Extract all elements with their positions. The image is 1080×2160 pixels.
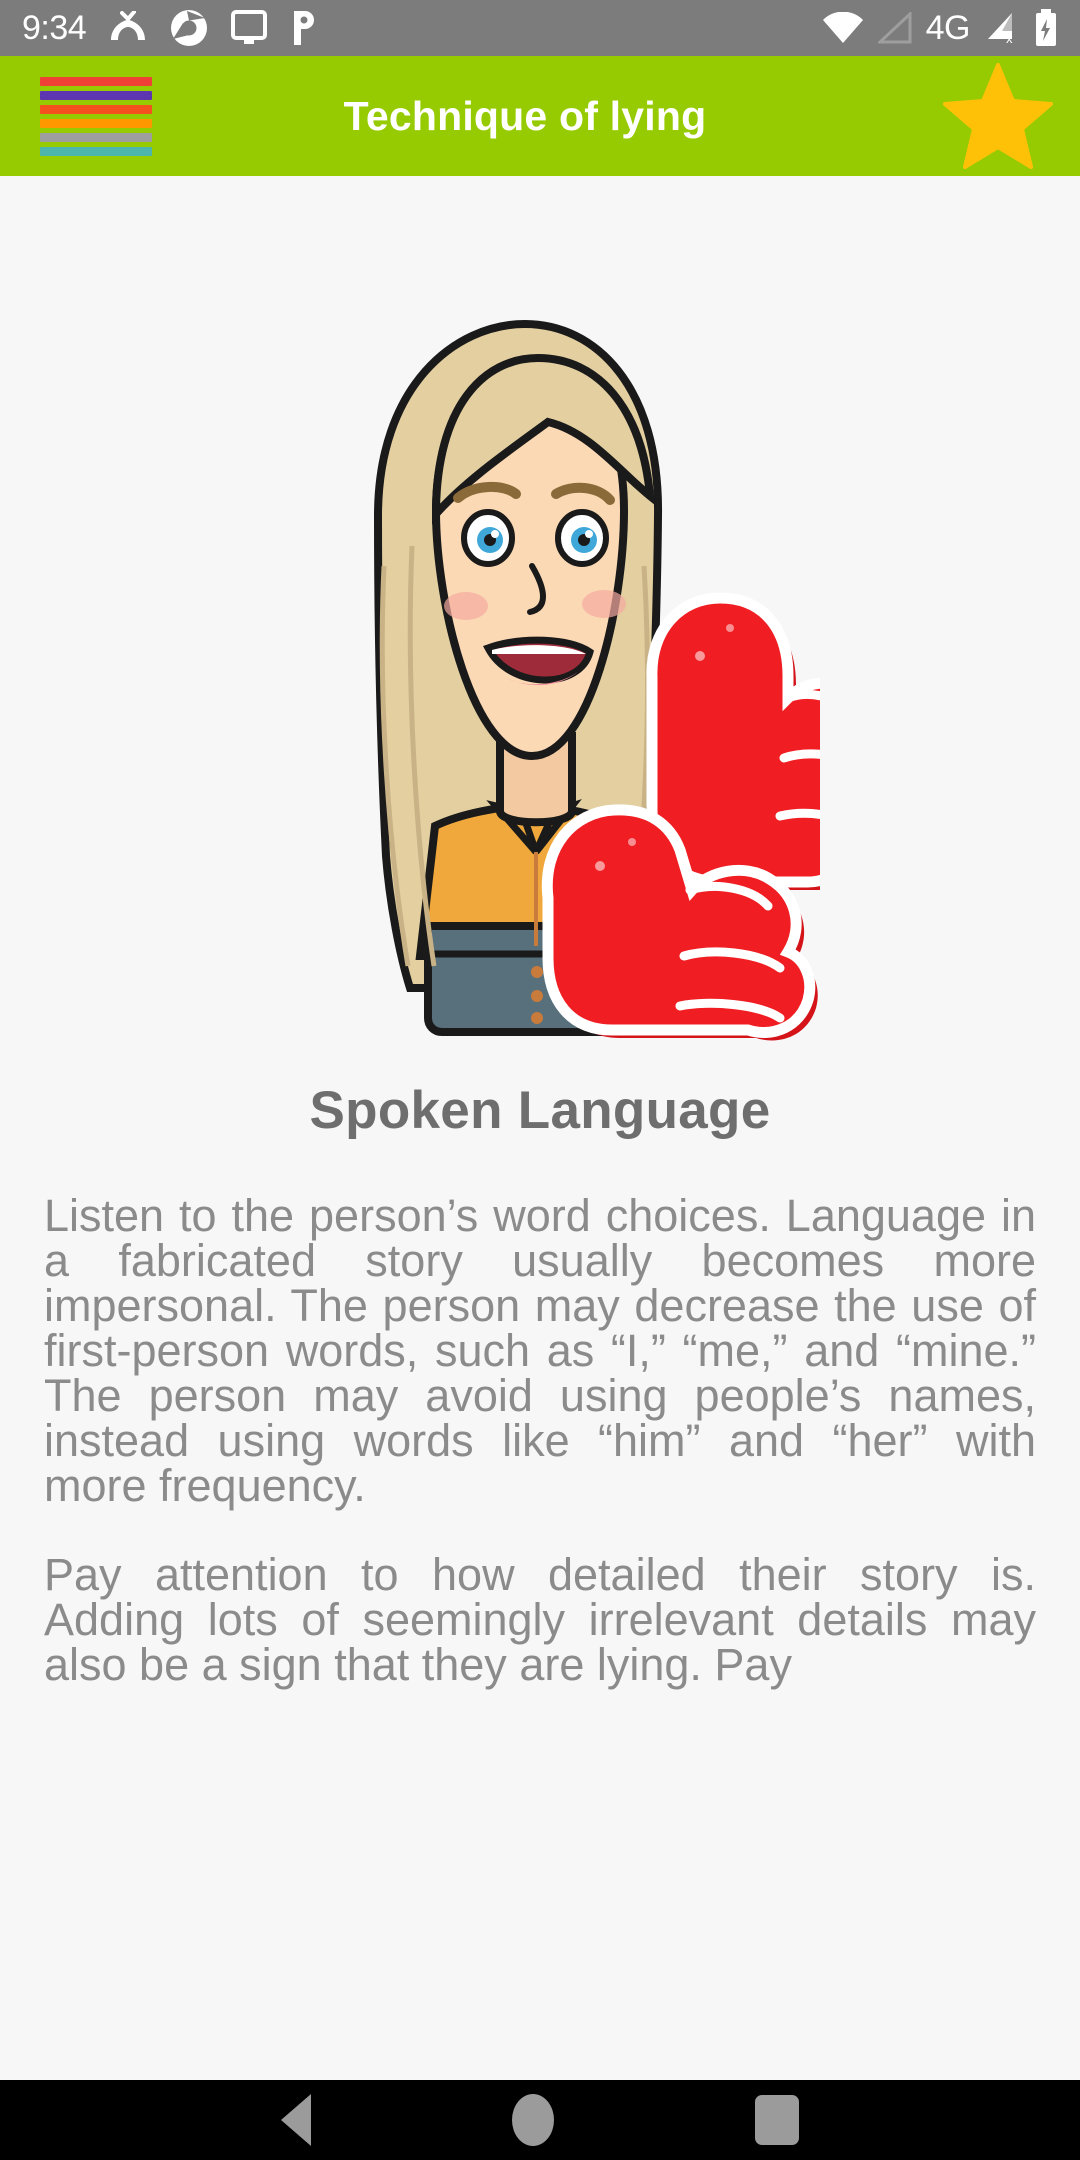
android-navigation-bar	[0, 2080, 1080, 2160]
content-area[interactable]: Spoken Language Listen to the person’s w…	[0, 176, 1080, 2080]
image-caption: Spoken Language	[309, 1081, 771, 1140]
status-bar-left-group: 9:34	[22, 9, 318, 47]
wifi-icon	[822, 12, 863, 43]
article-body: Listen to the person’s word choices. Lan…	[44, 1193, 1036, 1687]
network-type-label: 4G	[925, 9, 971, 47]
missed-call-icon	[111, 11, 146, 40]
cast-screen-icon	[231, 10, 268, 44]
svg-text:x: x	[1006, 31, 1013, 45]
star-icon	[943, 63, 1053, 169]
page-title: Technique of lying	[343, 92, 707, 139]
recent-apps-button[interactable]	[755, 2095, 800, 2145]
paragraph-2: Pay attention to how detailed their stor…	[44, 1549, 1036, 1690]
favorite-star-button[interactable]	[928, 63, 1068, 169]
woman-with-foam-thumbs-up-illustration	[373, 319, 820, 1041]
chrome-icon	[171, 10, 208, 46]
signal-no-sim-icon: x	[988, 13, 1013, 45]
status-bar: 9:34 4G x	[0, 0, 1080, 56]
pandora-p-icon	[294, 11, 315, 45]
hero-image-wrap	[0, 176, 1080, 1066]
battery-charging-icon	[1036, 9, 1056, 46]
app-bar: Technique of lying	[0, 56, 1080, 176]
paragraph-1: Listen to the person’s word choices. Lan…	[44, 1190, 1036, 1511]
status-bar-right-group: 4G x	[822, 9, 1058, 47]
back-button[interactable]	[280, 2094, 311, 2146]
signal-triangle-icon	[877, 12, 912, 44]
home-button[interactable]	[511, 2094, 554, 2146]
status-bar-clock: 9:34	[22, 9, 87, 47]
phone-screen: 9:34 4G x Technique of lying Spoken Lang…	[0, 0, 1080, 2160]
